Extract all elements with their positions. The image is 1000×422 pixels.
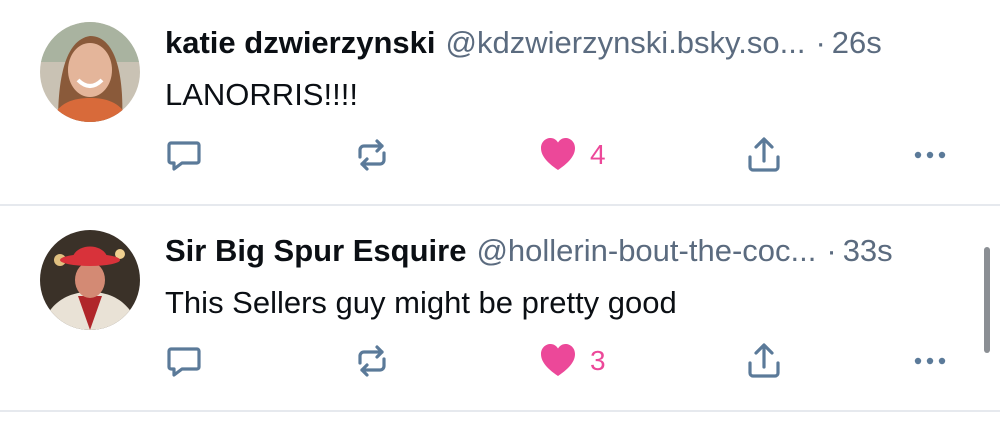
post-header: katie dzwierzynski @kdzwierzynski.bsky.s… (165, 20, 964, 66)
repost-button[interactable] (352, 130, 392, 180)
heart-icon (541, 138, 575, 170)
separator-dot: · (826, 233, 837, 268)
author-handle[interactable]: @kdzwierzynski.bsky.so... (446, 20, 806, 66)
more-options-button[interactable] (910, 130, 950, 180)
post-item[interactable]: katie dzwierzynski @kdzwierzynski.bsky.s… (0, 0, 1000, 205)
reply-icon (167, 347, 201, 377)
share-icon (748, 343, 780, 378)
reply-button[interactable] (164, 130, 204, 180)
more-icon (914, 151, 946, 159)
post-text: LANORRIS!!!! (165, 77, 358, 112)
post-divider (0, 410, 1000, 412)
repost-icon (358, 345, 386, 377)
share-icon (748, 137, 780, 172)
post-timestamp[interactable]: 26s (832, 20, 882, 66)
reply-icon (167, 141, 201, 171)
like-count: 4 (590, 139, 606, 170)
separator-dot: · (815, 25, 826, 60)
repost-icon (358, 139, 386, 171)
more-options-button[interactable] (910, 336, 950, 386)
post-header: Sir Big Spur Esquire @hollerin-bout-the-… (165, 228, 964, 274)
avatar[interactable] (40, 230, 140, 330)
author-handle[interactable]: @hollerin-bout-the-coc... (476, 228, 816, 274)
like-count: 3 (590, 345, 606, 376)
heart-icon (541, 344, 575, 376)
post-actions: 4 (160, 130, 970, 180)
repost-button[interactable] (352, 336, 392, 386)
like-button[interactable]: 3 (538, 336, 606, 386)
post-text: This Sellers guy might be pretty good (165, 285, 677, 320)
scrollbar[interactable] (984, 247, 990, 353)
post-item[interactable]: Sir Big Spur Esquire @hollerin-bout-the-… (0, 206, 1000, 411)
post-actions: 3 (160, 336, 970, 386)
reply-button[interactable] (164, 336, 204, 386)
share-button[interactable] (744, 336, 784, 386)
post-timestamp[interactable]: 33s (843, 228, 893, 274)
like-button[interactable]: 4 (538, 130, 606, 180)
more-icon (914, 357, 946, 365)
author-name[interactable]: katie dzwierzynski (165, 20, 436, 66)
author-name[interactable]: Sir Big Spur Esquire (165, 228, 466, 274)
share-button[interactable] (744, 130, 784, 180)
avatar[interactable] (40, 22, 140, 122)
